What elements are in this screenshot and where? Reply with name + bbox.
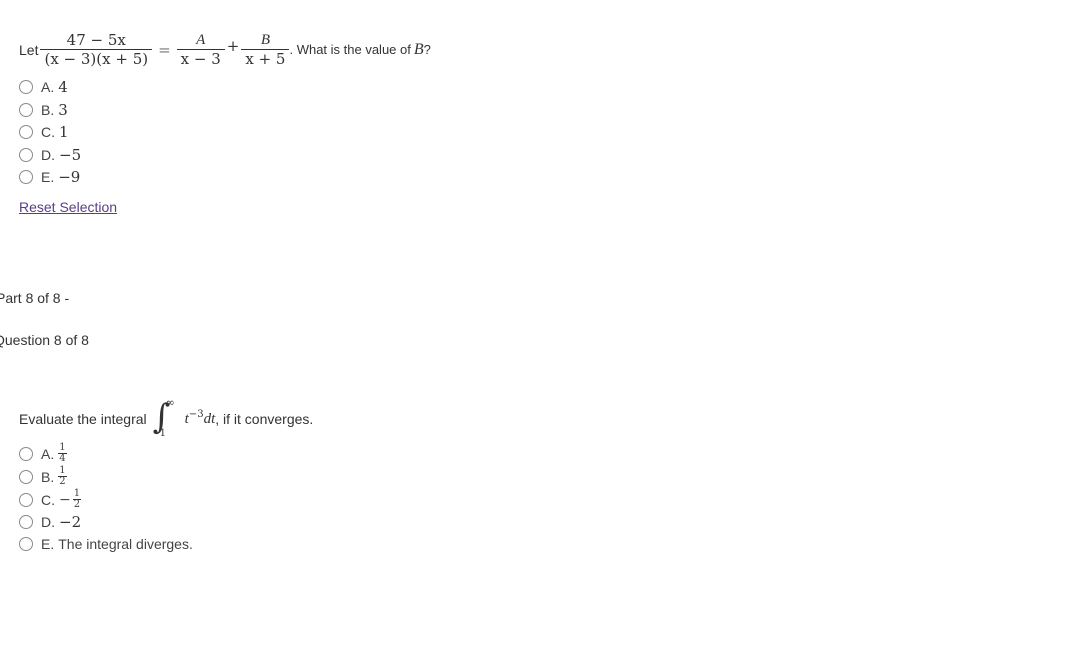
part-heading: Part 8 of 8 - [0,290,70,306]
option-value: 1 [59,123,69,142]
option-value: 4 [58,78,68,97]
radio-button[interactable] [19,537,33,551]
option-c[interactable]: C. − 1 2 [19,488,193,511]
option-fraction: 1 2 [72,488,82,510]
option-value: −5 [59,145,82,164]
question-7-prefix: Let [19,41,39,58]
option-label: B. [41,101,55,118]
option-label: B. [41,468,55,485]
option-label: C. [41,491,55,508]
integral: ∫ ∞ 1 [151,396,177,441]
fraction-denominator: 4 [58,453,67,464]
fraction-a-denominator: x − 3 [176,49,225,68]
integral-lower-limit: 1 [159,428,167,439]
fraction-denominator: 2 [72,499,82,510]
option-label: E. [41,169,55,186]
plus-sign: + [226,36,240,55]
option-a[interactable]: A. 4 [19,76,81,99]
option-label: D. [41,514,55,530]
radio-button[interactable] [19,147,33,162]
question-8-stem: Evaluate the integral ∫ ∞ 1 t −3 dt , if… [19,396,313,442]
reset-selection-link[interactable]: Reset Selection [19,199,117,215]
option-value: −2 [59,513,82,531]
fraction-b-denominator: x + 5 [241,49,290,68]
option-value: −9 [58,168,81,187]
option-a[interactable]: A. 1 4 [19,442,193,465]
option-e[interactable]: E. The integral diverges. [19,533,193,555]
option-b[interactable]: B. 1 2 [19,465,193,488]
radio-button[interactable] [19,80,33,95]
option-e[interactable]: E. −9 [19,166,81,189]
question-8-prefix: Evaluate the integral [19,411,147,427]
integrand-exponent: −3 [188,408,204,420]
radio-button[interactable] [19,102,33,117]
integrand-differential: dt [203,410,216,427]
question-heading: Question 8 of 8 [0,332,89,348]
radio-button[interactable] [19,446,33,461]
equals-sign: = [158,40,171,59]
question-7-variable: B [413,40,424,58]
option-label: E. [41,536,55,552]
integral-upper-limit: ∞ [165,396,175,409]
fraction-numerator: 1 [59,465,66,476]
option-b[interactable]: B. 3 [19,99,81,122]
option-label: A. [41,79,55,96]
option-label: C. [41,124,55,141]
fraction-numerator: 1 [73,488,81,499]
fraction-numerator: 1 [59,442,66,453]
question-7-options: A. 4 B. 3 C. 1 D. −5 E. −9 [19,76,81,189]
option-sign: − [59,491,71,508]
option-fraction: 1 4 [58,442,67,464]
question-8-options: A. 1 4 B. 1 2 C. − 1 2 D. −2 E. The inte… [19,442,193,555]
option-d[interactable]: D. −5 [19,144,81,167]
fraction-lhs-denominator: (x − 3)(x + 5) [40,49,153,68]
fraction-b-numerator: B [260,32,270,48]
radio-button[interactable] [19,515,33,529]
integrand: t −3 dt [185,408,216,428]
fraction-b: B x + 5 [241,31,290,68]
fraction-a-numerator: A [196,32,206,48]
question-8-suffix: , if it converges. [215,411,314,427]
option-label: D. [41,146,55,163]
question-7-suffix: . What is the value of [289,42,411,57]
radio-button[interactable] [19,170,33,185]
option-d[interactable]: D. −2 [19,511,193,533]
option-value: 3 [58,100,68,119]
fraction-denominator: 2 [58,476,67,487]
radio-button[interactable] [19,492,33,507]
question-7-stem: Let 47 − 5x (x − 3)(x + 5) = A x − 3 + B… [19,31,431,68]
radio-button[interactable] [19,469,33,484]
option-fraction: 1 2 [58,465,67,487]
option-text: The integral diverges. [58,536,193,552]
option-label: A. [41,445,55,462]
option-c[interactable]: C. 1 [19,121,81,144]
question-7-qmark: ? [423,42,431,57]
fraction-lhs-numerator: 47 − 5x [66,31,126,49]
fraction-lhs: 47 − 5x (x − 3)(x + 5) [40,31,153,68]
fraction-a: A x − 3 [176,31,225,68]
radio-button[interactable] [19,125,33,140]
